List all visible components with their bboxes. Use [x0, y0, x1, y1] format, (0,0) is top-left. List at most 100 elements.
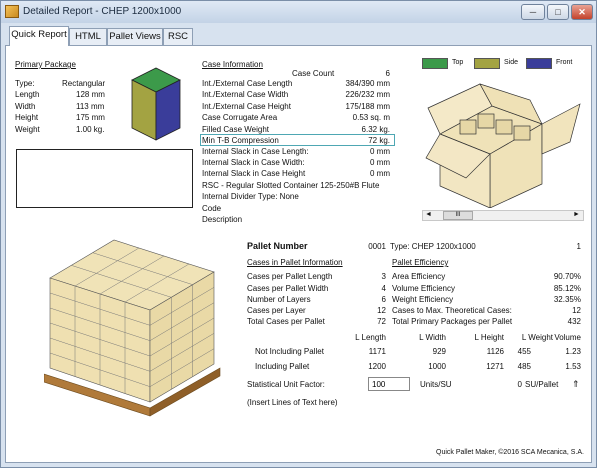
scroll-right-arrow[interactable]: ►	[573, 211, 580, 218]
su-value: 0	[517, 380, 522, 389]
su-pallet-label: SU/Pallet	[525, 380, 559, 389]
case-row-value: 0.53 sq. m	[352, 113, 390, 122]
legend-front-label: Front	[556, 59, 573, 66]
case-count-value: 6	[385, 69, 390, 78]
eff-row-label: Weight Efficiency	[392, 295, 454, 304]
scroll-left-arrow[interactable]: ◄	[425, 211, 432, 218]
pp-length-value: 128 mm	[76, 90, 105, 99]
legend-side-swatch	[474, 58, 500, 69]
dims-cell: 929	[432, 347, 446, 356]
primary-package-3d-icon	[131, 67, 181, 141]
case-row-label: Int./External Case Length	[202, 79, 293, 88]
pp-type-label: Type:	[15, 79, 35, 88]
pallet-efficiency-heading: Pallet Efficiency	[392, 258, 449, 267]
minimize-button[interactable]: ─	[521, 4, 545, 20]
case-info-heading: Case Information	[202, 60, 263, 69]
eff-row-value: 12	[572, 306, 581, 315]
footer-credit: Quick Pallet Maker, ©2016 SCA Mecanica, …	[436, 449, 584, 456]
tab-quick-report[interactable]: Quick Report	[9, 26, 69, 46]
dims-cell: 1200	[368, 362, 386, 371]
dims-row-label: Including Pallet	[255, 362, 310, 371]
pp-weight-value: 1.00 kg.	[76, 125, 105, 134]
legend-top-swatch	[422, 58, 448, 69]
pallet-number-value: 0001	[368, 242, 386, 251]
window-title: Detailed Report - CHEP 1200x1000	[23, 6, 182, 17]
cases-row-label: Cases per Layer	[247, 306, 306, 315]
case-count-label: Case Count	[292, 69, 335, 78]
case-row-label: Internal Slack in Case Width:	[202, 158, 305, 167]
dims-cell: 1.23	[565, 347, 581, 356]
case-row-label: Int./External Case Height	[202, 102, 291, 111]
maximize-button[interactable]: □	[547, 4, 569, 20]
cases-row-label: Cases per Pallet Width	[247, 284, 329, 293]
dims-cell: 485	[517, 362, 531, 371]
case-row-value: 384/390 mm	[345, 79, 390, 88]
case-row-label: Filled Case Weight	[202, 125, 269, 134]
dims-cell: 1.53	[565, 362, 581, 371]
pp-height-value: 175 mm	[76, 113, 105, 122]
primary-package-heading: Primary Package	[15, 60, 76, 69]
pallet-type-label: Type: CHEP 1200x1000	[390, 242, 476, 251]
dims-header: L Height	[474, 333, 505, 342]
dims-header: L Length	[355, 333, 386, 342]
scroll-thumb[interactable]: III	[443, 211, 473, 220]
cases-row-value: 6	[381, 295, 386, 304]
dims-header: L Width	[419, 333, 446, 342]
rsc-description: RSC - Regular Slotted Container 125-250#…	[202, 181, 380, 190]
case-row-value: 0 mm	[370, 147, 390, 156]
dims-cell: 455	[517, 347, 531, 356]
dims-cell: 1171	[368, 347, 386, 356]
case-row-label: Internal Slack in Case Height	[202, 169, 306, 178]
cases-row-value: 4	[381, 284, 386, 293]
case-row-label: Min T-B Compression	[202, 136, 279, 145]
cases-row-label: Cases per Pallet Length	[247, 272, 333, 281]
case-row-value: 0 mm	[370, 169, 390, 178]
title-bar: Detailed Report - CHEP 1200x1000 ─ □ ✕	[1, 1, 596, 23]
report-panel: Primary Package Type: Rectangular Length…	[5, 45, 592, 463]
eff-row-label: Cases to Max. Theoretical Cases:	[392, 306, 512, 315]
cases-row-value: 12	[377, 306, 386, 315]
case-row-value: 226/232 mm	[345, 90, 390, 99]
insert-lines-text: (Insert Lines of Text here)	[247, 398, 338, 407]
legend-top-label: Top	[452, 59, 464, 66]
cases-row-value: 3	[381, 272, 386, 281]
case-row-value: 72 kg.	[368, 136, 390, 145]
tab-pallet-views[interactable]: Pallet Views	[107, 28, 163, 45]
cases-row-label: Number of Layers	[247, 295, 311, 304]
case-code-label: Code	[202, 204, 222, 213]
app-icon	[5, 5, 19, 18]
pp-length-label: Length	[15, 90, 40, 99]
dims-row-label: Not Including Pallet	[255, 347, 324, 356]
pallet-load-diagram	[44, 239, 221, 417]
diagram-scrollbar[interactable]: ◄ III ►	[422, 210, 584, 221]
stat-unit-input[interactable]	[368, 377, 410, 391]
legend-front-swatch	[526, 58, 552, 69]
eff-row-value: 432	[567, 317, 581, 326]
tab-rsc[interactable]: RSC	[163, 28, 193, 45]
tab-html[interactable]: HTML	[69, 28, 107, 45]
report-window: Detailed Report - CHEP 1200x1000 ─ □ ✕ Q…	[0, 0, 597, 468]
case-row-label: Case Corrugate Area	[202, 113, 278, 122]
pp-height-label: Height	[15, 113, 39, 122]
eff-row-label: Area Efficiency	[392, 272, 446, 281]
dims-cell: 1000	[428, 362, 446, 371]
case-row-value: 6.32 kg.	[361, 125, 390, 134]
close-button[interactable]: ✕	[571, 4, 593, 20]
collapse-chevron-icon[interactable]: ⇑	[572, 379, 580, 390]
case-row-value: 175/188 mm	[345, 102, 390, 111]
units-su-label: Units/SU	[420, 380, 452, 389]
pp-weight-label: Weight	[15, 125, 40, 134]
eff-row-value: 85.12%	[553, 284, 581, 293]
cases-row-label: Total Cases per Pallet	[247, 317, 325, 326]
cases-in-pallet-heading: Cases in Pallet Information	[247, 258, 343, 267]
eff-row-value: 90.70%	[553, 272, 581, 281]
image-placeholder	[16, 149, 193, 208]
open-case-diagram	[425, 83, 581, 208]
case-description-label: Description	[202, 215, 243, 224]
pp-type-value: Rectangular	[62, 79, 106, 88]
case-row-value: 0 mm	[370, 158, 390, 167]
pp-width-value: 113 mm	[76, 102, 105, 111]
case-row-label: Internal Slack in Case Length:	[202, 147, 309, 156]
eff-row-value: 32.35%	[553, 295, 581, 304]
stat-unit-label: Statistical Unit Factor:	[247, 380, 325, 389]
